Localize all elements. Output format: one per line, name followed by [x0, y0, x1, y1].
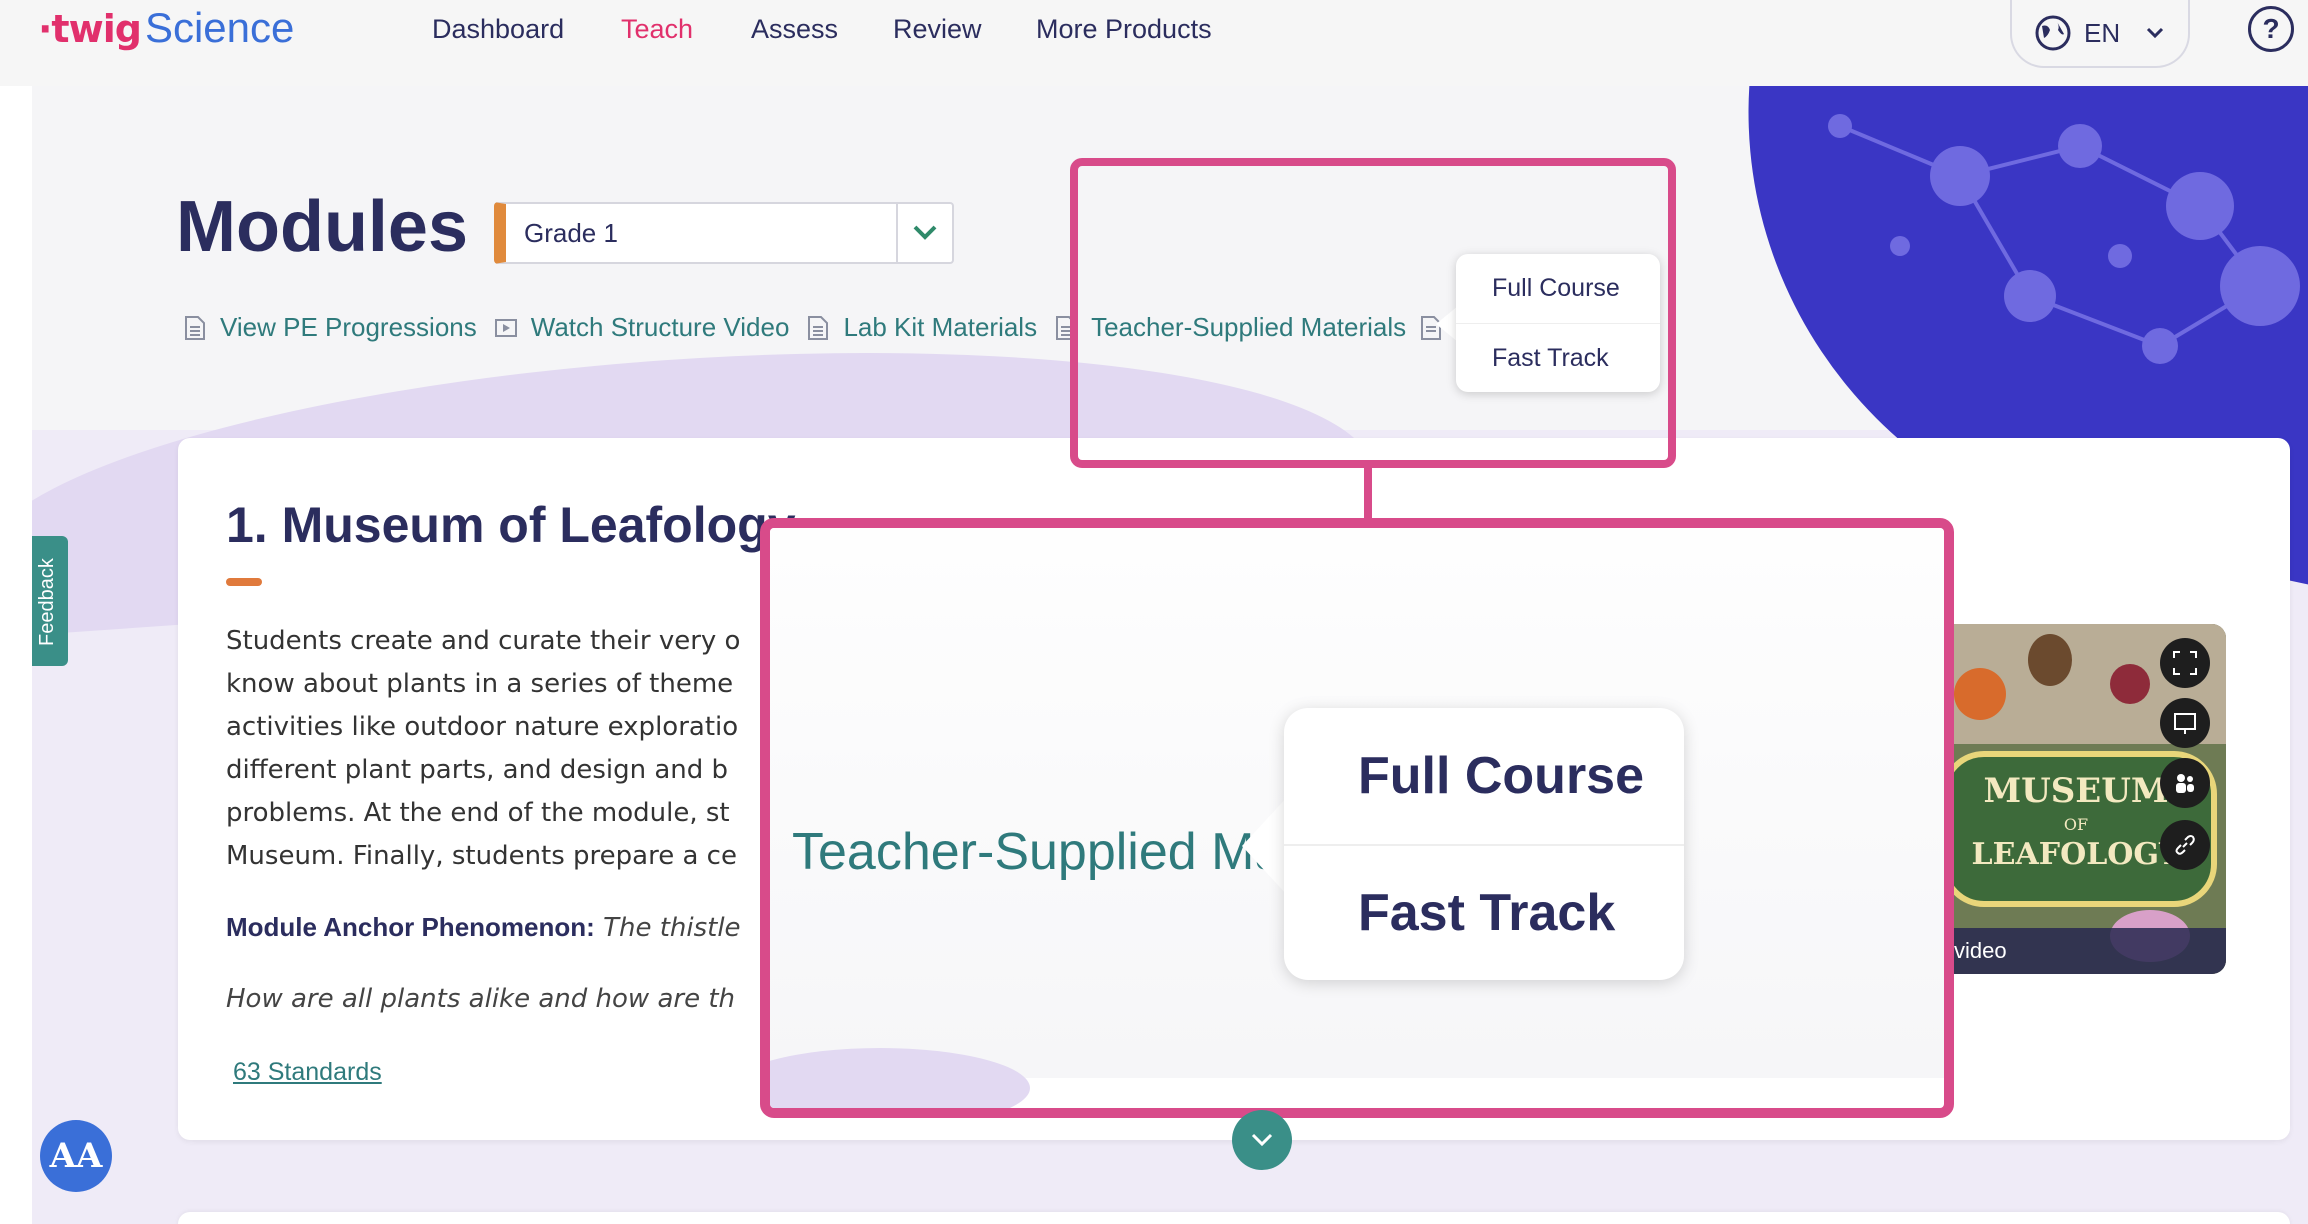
- title-accent-bar: [226, 578, 262, 586]
- grade-select-caret[interactable]: [896, 204, 952, 262]
- module-anchor-phenomenon: Module Anchor Phenomenon: The thistle: [226, 912, 741, 943]
- zoom-dropdown-arrow: [1242, 796, 1288, 896]
- language-label: EN: [2084, 17, 2121, 48]
- expand-card-button[interactable]: [1232, 1110, 1292, 1170]
- share-with-students-button[interactable]: [2160, 758, 2210, 808]
- video-icon: [494, 318, 517, 337]
- svg-text:MUSEUM: MUSEUM: [1983, 771, 2168, 811]
- chevron-down-icon: [2147, 27, 2164, 39]
- driving-question: How are all plants alike and how are th: [226, 984, 736, 1014]
- module-description: Students create and curate their very o …: [226, 626, 741, 871]
- nav-review[interactable]: Review: [893, 14, 982, 45]
- nav-teach[interactable]: Teach: [621, 14, 693, 45]
- grade-select-value: Grade 1: [524, 217, 618, 248]
- link-watch-structure-video[interactable]: Watch Structure Video: [494, 312, 789, 343]
- document-icon: [185, 315, 205, 340]
- hero-network-graphic: [1828, 114, 2300, 364]
- zoom-source-highlight: [1070, 158, 1676, 468]
- language-selector[interactable]: EN: [2010, 0, 2190, 68]
- link-lab-kit-materials[interactable]: Lab Kit Materials: [807, 312, 1037, 343]
- nav-assess[interactable]: Assess: [751, 14, 838, 45]
- zoom-option-fast-track: Fast Track: [1284, 844, 1684, 980]
- chevron-down-icon: [913, 225, 937, 240]
- video-caption: video: [1940, 928, 2226, 974]
- users-icon: [2176, 774, 2194, 793]
- link-icon: [2175, 835, 2195, 855]
- module-video-thumbnail[interactable]: MUSEUM OF LEAFOLOGY video: [1940, 624, 2226, 974]
- zoom-magnified-view: Teacher-Supplied Materials Full Course F…: [760, 518, 1954, 1118]
- globe-icon: [2035, 15, 2071, 51]
- svg-text:OF: OF: [2064, 815, 2088, 834]
- page-title: Modules: [176, 187, 469, 267]
- help-button[interactable]: ?: [2248, 6, 2294, 52]
- present-icon: [2174, 713, 2196, 734]
- link-view-pe-progressions[interactable]: View PE Progressions: [184, 312, 477, 343]
- nav-more-products[interactable]: More Products: [1036, 14, 1212, 45]
- zoom-option-full-course: Full Course: [1358, 747, 1645, 805]
- feedback-tab[interactable]: Feedback: [32, 536, 68, 666]
- twig-science-logo[interactable]: ·twig Science: [38, 4, 294, 64]
- standards-link[interactable]: 63 Standards: [233, 1058, 382, 1087]
- present-button[interactable]: [2160, 698, 2210, 748]
- next-module-card: [178, 1212, 2290, 1224]
- accessibility-button[interactable]: AA: [40, 1120, 112, 1192]
- chevron-down-icon: [1251, 1133, 1273, 1147]
- copy-link-button[interactable]: [2160, 820, 2210, 870]
- zoom-connector: [1364, 466, 1372, 522]
- expand-icon: [2173, 651, 2197, 675]
- grade-select[interactable]: Grade 1: [494, 202, 954, 264]
- document-icon: [808, 315, 829, 340]
- fullscreen-button[interactable]: [2160, 638, 2210, 688]
- module-title[interactable]: 1. Museum of Leafology: [226, 496, 796, 554]
- nav-dashboard[interactable]: Dashboard: [432, 14, 564, 45]
- svg-text:LEAFOLOGY: LEAFOLOGY: [1972, 837, 2182, 872]
- zoom-dropdown: Full Course Fast Track: [1284, 708, 1684, 980]
